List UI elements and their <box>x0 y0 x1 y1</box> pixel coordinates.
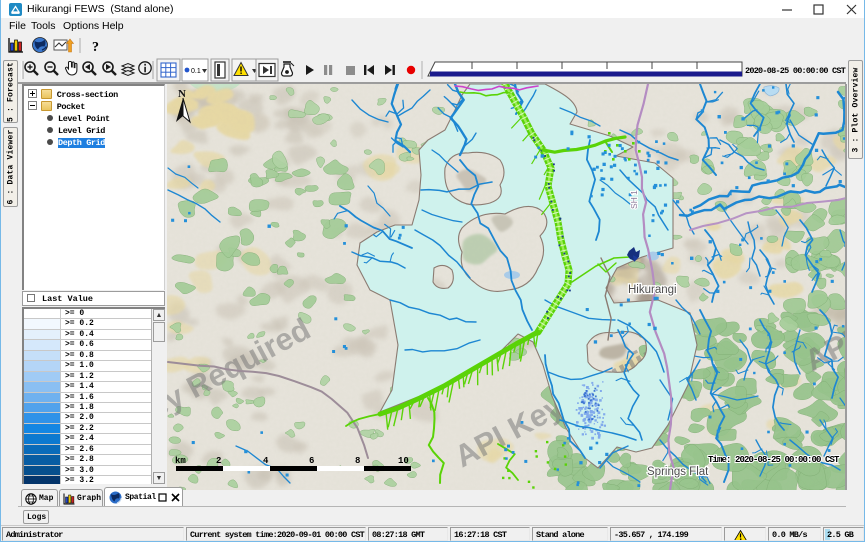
svg-text:10: 10 <box>398 456 409 466</box>
svg-text:Springs Flat: Springs Flat <box>647 466 709 478</box>
svg-text:Hikurangi: Hikurangi <box>628 284 677 296</box>
svg-text:km: km <box>175 456 186 466</box>
svg-text:SH 1: SH 1 <box>629 190 639 209</box>
svg-text:2: 2 <box>216 456 221 466</box>
svg-text:?: ? <box>92 40 99 55</box>
svg-text:N: N <box>178 88 186 100</box>
svg-text:2020-08-25 00:00:00 CST: 2020-08-25 00:00:00 CST <box>745 66 846 76</box>
svg-text:4: 4 <box>263 456 269 466</box>
svg-text:8: 8 <box>355 456 360 466</box>
svg-text:0.1: 0.1 <box>191 68 201 75</box>
svg-text:6: 6 <box>309 456 314 466</box>
svg-text:Time: 2020-08-25 00:00:00 CST: Time: 2020-08-25 00:00:00 CST <box>708 455 840 465</box>
